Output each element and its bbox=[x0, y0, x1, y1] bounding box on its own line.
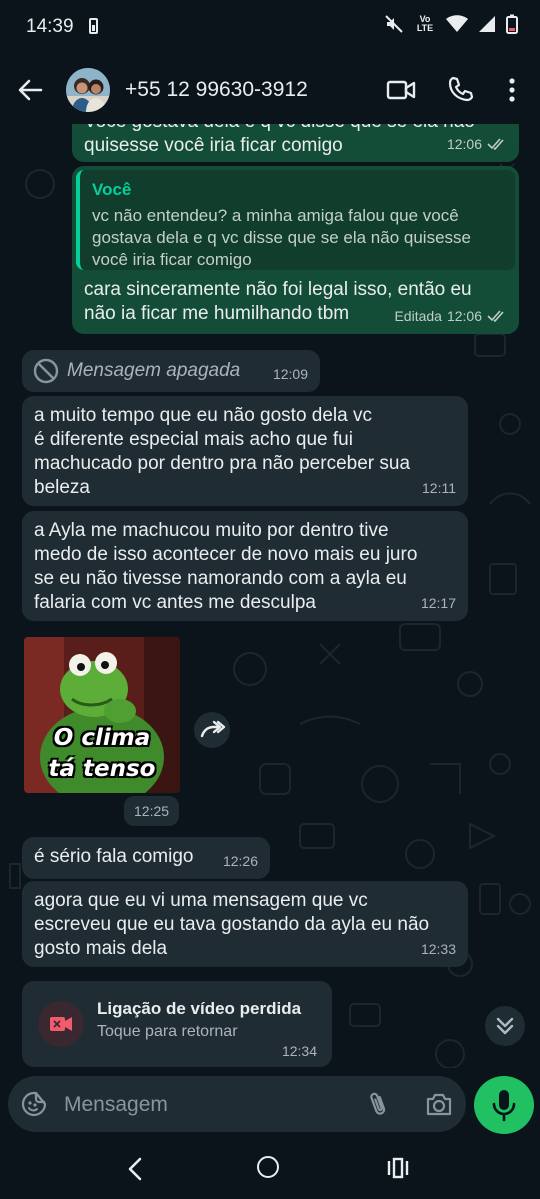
message-time: 12:06 bbox=[446, 136, 482, 152]
message-text: Você gostava dela e q vc disse que se el… bbox=[84, 124, 475, 156]
double-check-icon bbox=[487, 138, 504, 150]
mute-icon bbox=[385, 15, 403, 33]
contact-name[interactable]: +55 12 99630-3912 bbox=[125, 78, 308, 102]
volte-label: Vo LTE bbox=[416, 14, 434, 33]
message-incoming[interactable]: a muito tempo que eu não gosto dela vc é… bbox=[22, 396, 468, 506]
wifi-icon bbox=[446, 15, 468, 32]
system-nav-bar bbox=[0, 1140, 540, 1199]
message-time: 12:17 bbox=[420, 595, 456, 611]
more-vert-icon[interactable] bbox=[500, 75, 524, 105]
message-input-box[interactable] bbox=[8, 1076, 466, 1132]
message-text: a muito tempo que eu não gosto dela vc é… bbox=[34, 405, 411, 498]
message-meta: 12:11 bbox=[422, 476, 456, 500]
sticker-caption: O clima tá tenso bbox=[48, 725, 156, 782]
scroll-to-bottom-button[interactable] bbox=[485, 1006, 525, 1046]
nav-home-icon[interactable] bbox=[257, 1156, 279, 1178]
status-bar: 14:39 Vo LTE bbox=[0, 0, 540, 56]
message-time: 12:25 bbox=[124, 796, 180, 826]
chat-header: +55 12 99630-3912 bbox=[0, 56, 540, 124]
message-time: 12:34 bbox=[281, 1043, 317, 1059]
video-call-icon[interactable] bbox=[386, 76, 416, 104]
missed-call-title: Ligação de vídeo perdida bbox=[97, 999, 302, 1018]
message-time: 12:06 bbox=[446, 308, 482, 324]
forward-button[interactable] bbox=[194, 712, 230, 748]
composer bbox=[0, 1068, 540, 1140]
edited-label: Editada bbox=[394, 308, 442, 324]
nav-back-icon[interactable] bbox=[124, 1155, 146, 1183]
message-incoming[interactable]: é sério fala comigo 12:26 bbox=[22, 837, 270, 879]
message-meta: 12:06 bbox=[447, 132, 507, 156]
attach-icon[interactable] bbox=[366, 1090, 390, 1118]
quote-text: vc não entendeu? a minha amiga falou que… bbox=[92, 206, 471, 269]
message-outgoing-reply[interactable]: Você vc não entendeu? a minha amiga falo… bbox=[72, 166, 519, 334]
voice-message-button[interactable] bbox=[474, 1076, 534, 1134]
avatar[interactable] bbox=[66, 68, 110, 112]
chat-area[interactable]: Você gostava dela e q vc disse que se el… bbox=[0, 124, 540, 1140]
message-text: agora que eu vi uma mensagem que vc escr… bbox=[34, 890, 430, 959]
deleted-message-text: Mensagem apagada bbox=[67, 360, 241, 381]
message-time: 12:09 bbox=[272, 366, 308, 382]
message-deleted[interactable]: Mensagem apagada 12:09 bbox=[22, 350, 320, 392]
sticker-message[interactable]: O clima tá tenso bbox=[24, 637, 180, 793]
double-chevron-down-icon bbox=[496, 1017, 514, 1035]
signal-icon bbox=[479, 16, 495, 32]
message-incoming[interactable]: a Ayla me machucou muito por dentro tive… bbox=[22, 511, 468, 621]
double-check-icon bbox=[487, 310, 504, 322]
quoted-message[interactable]: Você vc não entendeu? a minha amiga falo… bbox=[76, 170, 515, 270]
status-icons: Vo LTE bbox=[384, 14, 518, 34]
forward-icon bbox=[200, 720, 226, 738]
message-text: a Ayla me machucou muito por dentro tive… bbox=[34, 520, 418, 613]
message-time: 12:11 bbox=[422, 480, 456, 496]
message-meta: 12:17 bbox=[421, 591, 456, 615]
message-meta: 12:09 bbox=[273, 362, 308, 386]
message-time: 12:33 bbox=[420, 941, 456, 957]
back-arrow-icon[interactable] bbox=[16, 76, 44, 104]
message-input[interactable] bbox=[64, 1088, 354, 1122]
message-meta: 12:33 bbox=[421, 937, 456, 961]
missed-video-call[interactable]: Ligação de vídeo perdida Toque para reto… bbox=[22, 981, 332, 1067]
mic-icon bbox=[492, 1090, 516, 1122]
message-meta: Editada 12:06 bbox=[394, 304, 507, 328]
phone-icon[interactable] bbox=[446, 75, 474, 103]
blocked-icon bbox=[33, 358, 59, 384]
message-incoming[interactable]: agora que eu vi uma mensagem que vc escr… bbox=[22, 881, 468, 967]
message-meta: 12:26 bbox=[223, 849, 258, 873]
message-outgoing[interactable]: Você gostava dela e q vc disse que se el… bbox=[72, 124, 519, 162]
battery-saver-icon bbox=[89, 18, 98, 34]
quote-author: Você bbox=[92, 180, 132, 199]
battery-icon bbox=[506, 14, 518, 34]
sticker-emoji-icon[interactable] bbox=[21, 1091, 47, 1117]
missed-video-icon bbox=[38, 1001, 84, 1047]
nav-recents-icon[interactable] bbox=[387, 1157, 409, 1179]
camera-icon[interactable] bbox=[425, 1091, 453, 1117]
status-time: 14:39 bbox=[26, 16, 74, 37]
missed-call-subtitle: Toque para retornar bbox=[97, 1023, 238, 1040]
message-text: é sério fala comigo bbox=[34, 846, 194, 867]
message-time: 12:26 bbox=[222, 853, 258, 869]
